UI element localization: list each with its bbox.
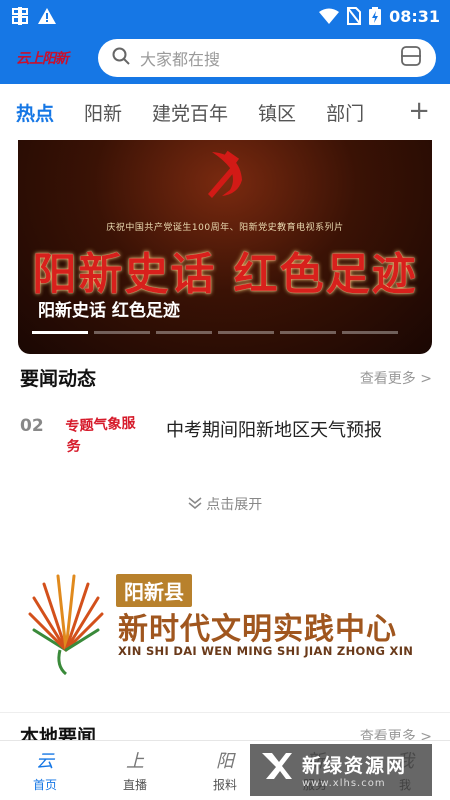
- news-title: 中考期间阳新地区天气预报: [166, 420, 382, 441]
- section-title: 要闻动态: [20, 368, 97, 390]
- banner-caption: 阳新史话 红色足迹: [38, 301, 180, 321]
- tab-yangxin[interactable]: 阳新: [84, 99, 122, 126]
- watermark-title: 新绿资源网: [302, 755, 408, 777]
- fan-logo-icon: [26, 570, 106, 684]
- watermark: 新绿资源网 www.xlhs.com: [250, 744, 432, 796]
- tab-towns[interactable]: 镇区: [258, 99, 296, 126]
- add-channel-button[interactable]: +: [408, 98, 430, 124]
- nav-label: 报料: [212, 778, 237, 792]
- home-icon: 云: [36, 751, 54, 772]
- civilization-banner[interactable]: 阳新县 新时代文明实践中心 XIN SHI DAI WEN MING SHI J…: [0, 560, 450, 700]
- divider: [0, 712, 450, 713]
- watermark-logo-icon: [260, 749, 294, 791]
- hammer-sickle-icon: [200, 146, 252, 204]
- clock: 08:31: [389, 6, 440, 26]
- app-notification-icon: [10, 7, 30, 25]
- battery-charging-icon: [369, 7, 382, 25]
- search-icon: [112, 47, 130, 69]
- news-number: 02: [20, 416, 44, 436]
- tab-party-centenary[interactable]: 建党百年: [152, 99, 228, 126]
- status-bar: 08:31: [0, 0, 450, 32]
- list-item[interactable]: 02 专题气象服务 中考期间阳新地区天气预报: [20, 404, 432, 468]
- search-bar[interactable]: 大家都在搜: [98, 39, 436, 77]
- search-placeholder[interactable]: 大家都在搜: [140, 46, 400, 70]
- live-icon: 上: [126, 751, 144, 772]
- expand-label: 点击展开: [206, 497, 263, 513]
- wifi-icon: [319, 8, 340, 24]
- news-section-header: 要闻动态 查看更多 >: [20, 364, 432, 391]
- nav-label: 首页: [32, 778, 57, 792]
- civ-pinyin: XIN SHI DAI WEN MING SHI JIAN ZHONG XIN: [118, 644, 414, 658]
- nav-home[interactable]: 云 首页: [0, 741, 90, 800]
- watermark-url: www.xlhs.com: [302, 778, 386, 789]
- channel-tabs: 热点 阳新 建党百年 镇区 部门 +: [0, 86, 450, 138]
- carousel-dot[interactable]: [94, 331, 150, 334]
- banner-subtitle: 庆祝中国共产党诞生100周年、阳新党史教育电视系列片: [106, 223, 344, 233]
- carousel-dot[interactable]: [32, 331, 88, 334]
- carousel-dot[interactable]: [342, 331, 398, 334]
- expand-button[interactable]: 点击展开: [0, 494, 450, 514]
- tab-hot[interactable]: 热点: [16, 99, 54, 126]
- carousel-dot[interactable]: [280, 331, 336, 334]
- civ-badge: 阳新县: [116, 574, 192, 607]
- civ-title: 新时代文明实践中心: [118, 612, 397, 647]
- view-more-link[interactable]: 查看更多 >: [360, 368, 432, 388]
- hero-banner[interactable]: 庆祝中国共产党诞生100周年、阳新党史教育电视系列片 阳新史话 红色足迹 阳新史…: [18, 140, 432, 354]
- chevron-down-icon: [188, 497, 206, 513]
- tab-departments[interactable]: 部门: [326, 99, 364, 126]
- news-thumbnail: 专题气象服务: [65, 415, 136, 456]
- carousel-dot[interactable]: [156, 331, 212, 334]
- no-sim-icon: [347, 7, 362, 25]
- nav-live[interactable]: 上 直播: [90, 741, 180, 800]
- report-icon: 阳: [216, 751, 234, 772]
- scan-icon[interactable]: [400, 46, 422, 70]
- carousel-dot[interactable]: [218, 331, 274, 334]
- app-logo[interactable]: 云上阳新: [16, 43, 86, 73]
- nav-label: 直播: [122, 778, 147, 792]
- carousel-indicator: [32, 331, 398, 334]
- banner-headline: 阳新史话 红色足迹: [32, 249, 418, 300]
- warning-icon: [38, 8, 56, 24]
- app-header: 云上阳新 大家都在搜: [0, 32, 450, 84]
